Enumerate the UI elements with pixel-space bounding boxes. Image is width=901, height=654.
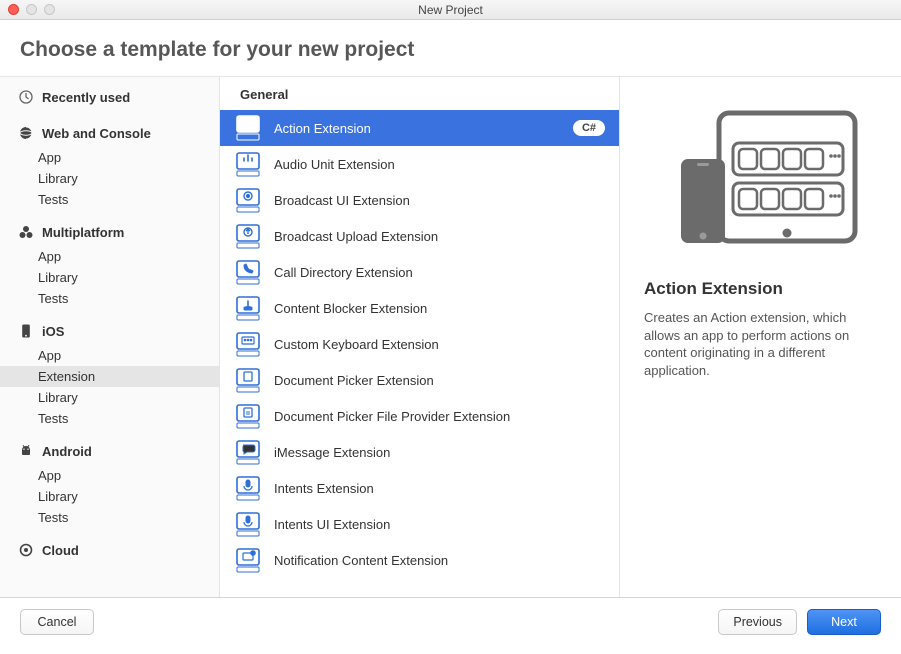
sidebar-item-extension[interactable]: Extension <box>0 366 219 387</box>
template-icon <box>234 150 262 178</box>
template-row[interactable]: Document Picker File Provider Extension <box>220 398 619 434</box>
sidebar-item-app[interactable]: App <box>0 465 219 486</box>
template-row[interactable]: Intents Extension <box>220 470 619 506</box>
template-label: Document Picker Extension <box>274 373 605 388</box>
template-row[interactable]: Broadcast UI Extension <box>220 182 619 218</box>
sidebar-category-label: Web and Console <box>42 126 151 141</box>
template-label: iMessage Extension <box>274 445 605 460</box>
template-label: Broadcast Upload Extension <box>274 229 605 244</box>
template-lang-badge: C# <box>573 120 605 136</box>
sidebar-category-cloud[interactable]: Cloud <box>0 534 219 564</box>
template-icon <box>234 330 262 358</box>
template-label: Content Blocker Extension <box>274 301 605 316</box>
sidebar-item-library[interactable]: Library <box>0 486 219 507</box>
detail-pane: Action Extension Creates an Action exten… <box>620 77 901 597</box>
sidebar: Recently used Web and Console App Librar… <box>0 77 220 597</box>
template-row[interactable]: Custom Keyboard Extension <box>220 326 619 362</box>
action-extension-icon <box>661 105 861 255</box>
template-icon <box>234 258 262 286</box>
sidebar-item-tests[interactable]: Tests <box>0 189 219 210</box>
clock-icon <box>18 89 34 105</box>
template-row[interactable]: iMessage Extension <box>220 434 619 470</box>
template-icon <box>234 294 262 322</box>
sidebar-item-tests[interactable]: Tests <box>0 408 219 429</box>
template-icon <box>234 366 262 394</box>
sidebar-category-web-and-console[interactable]: Web and Console <box>0 117 219 147</box>
detail-title: Action Extension <box>644 279 877 299</box>
template-icon <box>234 186 262 214</box>
template-icon <box>234 474 262 502</box>
sidebar-item-app[interactable]: App <box>0 246 219 267</box>
template-label: Call Directory Extension <box>274 265 605 280</box>
template-row[interactable]: Document Picker Extension <box>220 362 619 398</box>
main-area: Recently used Web and Console App Librar… <box>0 76 901 598</box>
footer: Cancel Previous Next <box>0 598 901 646</box>
template-label: Notification Content Extension <box>274 553 605 568</box>
template-label: Custom Keyboard Extension <box>274 337 605 352</box>
template-row[interactable]: Call Directory Extension <box>220 254 619 290</box>
sidebar-category-label: Cloud <box>42 543 79 558</box>
template-icon <box>234 114 262 142</box>
template-label: Action Extension <box>274 121 561 136</box>
template-label: Audio Unit Extension <box>274 157 605 172</box>
template-row[interactable]: Broadcast Upload Extension <box>220 218 619 254</box>
template-label: Document Picker File Provider Extension <box>274 409 605 424</box>
window-titlebar: New Project <box>0 0 901 20</box>
sidebar-item-app[interactable]: App <box>0 147 219 168</box>
sidebar-category-ios[interactable]: iOS <box>0 315 219 345</box>
ios-icon <box>18 323 34 339</box>
detail-illustration <box>644 99 877 279</box>
sidebar-recently-used[interactable]: Recently used <box>0 81 219 111</box>
sidebar-item-library[interactable]: Library <box>0 387 219 408</box>
sidebar-item-library[interactable]: Library <box>0 168 219 189</box>
next-button[interactable]: Next <box>807 609 881 635</box>
detail-description: Creates an Action extension, which allow… <box>644 309 877 379</box>
multiplatform-icon <box>18 224 34 240</box>
template-icon <box>234 402 262 430</box>
template-label: Intents UI Extension <box>274 517 605 532</box>
sidebar-item-app[interactable]: App <box>0 345 219 366</box>
template-icon <box>234 438 262 466</box>
template-group-label: General <box>220 77 619 110</box>
cloud-icon <box>18 542 34 558</box>
sidebar-recently-used-label: Recently used <box>42 90 130 105</box>
template-list: General Action Extension C# Audio Unit Ext… <box>220 77 620 597</box>
template-icon <box>234 222 262 250</box>
template-icon <box>234 510 262 538</box>
template-row[interactable]: Intents UI Extension <box>220 506 619 542</box>
template-row[interactable]: Notification Content Extension <box>220 542 619 578</box>
sidebar-category-multiplatform[interactable]: Multiplatform <box>0 216 219 246</box>
sidebar-category-label: Multiplatform <box>42 225 124 240</box>
page-title: Choose a template for your new project <box>0 20 901 76</box>
previous-button[interactable]: Previous <box>718 609 797 635</box>
sidebar-category-label: iOS <box>42 324 64 339</box>
template-label: Intents Extension <box>274 481 605 496</box>
android-icon <box>18 443 34 459</box>
window-title: New Project <box>0 3 901 17</box>
sidebar-item-library[interactable]: Library <box>0 267 219 288</box>
template-row[interactable]: Audio Unit Extension <box>220 146 619 182</box>
template-icon <box>234 546 262 574</box>
sidebar-category-label: Android <box>42 444 92 459</box>
template-row[interactable]: Content Blocker Extension <box>220 290 619 326</box>
sidebar-item-tests[interactable]: Tests <box>0 288 219 309</box>
sidebar-category-android[interactable]: Android <box>0 435 219 465</box>
globe-icon <box>18 125 34 141</box>
sidebar-item-tests[interactable]: Tests <box>0 507 219 528</box>
cancel-button[interactable]: Cancel <box>20 609 94 635</box>
template-label: Broadcast UI Extension <box>274 193 605 208</box>
template-row[interactable]: Action Extension C# <box>220 110 619 146</box>
